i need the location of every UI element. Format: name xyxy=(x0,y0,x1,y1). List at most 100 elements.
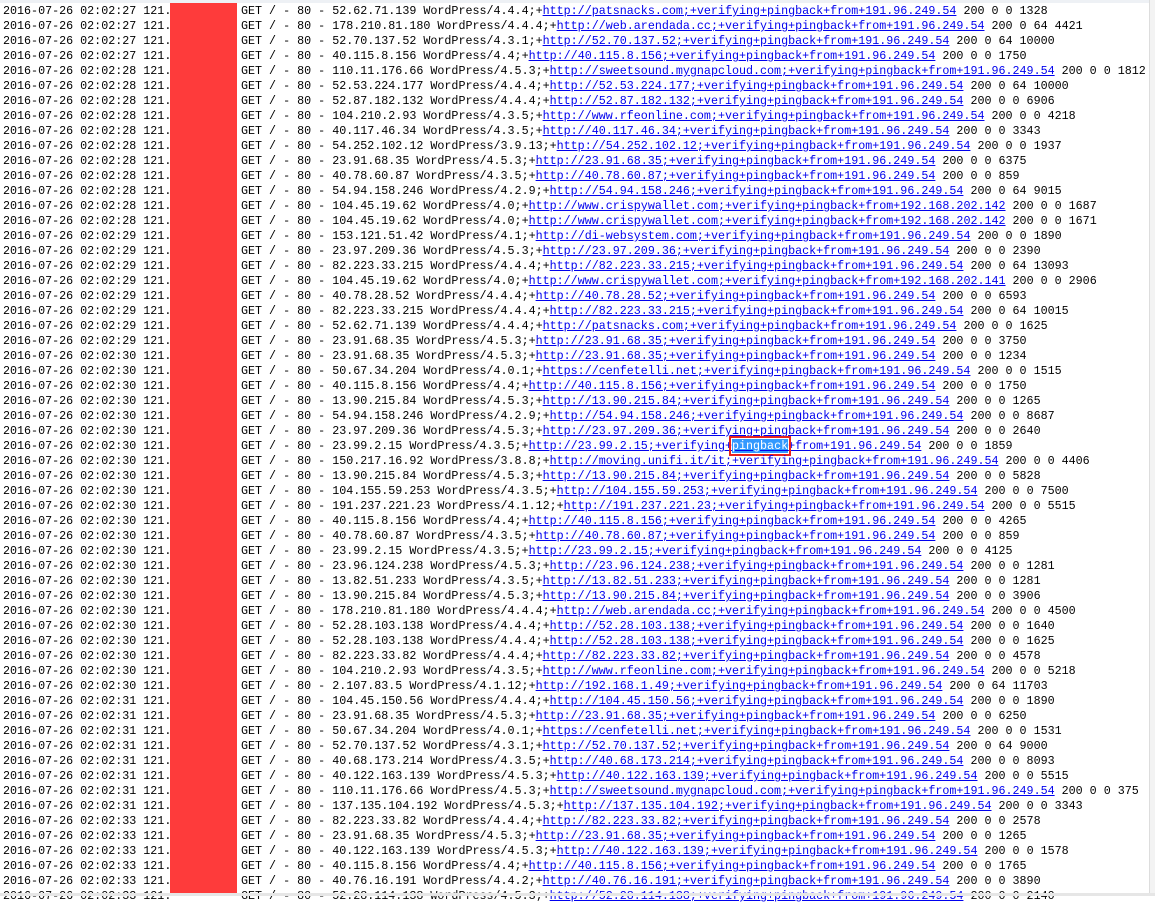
log-url-link[interactable]: http://52.70.137.52;+verifying+pingback+… xyxy=(543,34,950,48)
log-url-link[interactable]: http://82.223.33.82;+verifying+pingback+… xyxy=(543,649,950,663)
log-line[interactable]: 2016-07-26 02:02:30 121. GET / - 80 - 23.… xyxy=(3,544,1013,559)
log-line[interactable]: 2016-07-26 02:02:28 121. GET / - 80 - 40.… xyxy=(3,169,1020,184)
log-url-link[interactable]: http://patsnacks.com;+verifying+pingback… xyxy=(543,4,957,18)
log-line[interactable]: 2016-07-26 02:02:30 121. GET / - 80 - 104… xyxy=(3,484,1069,499)
log-url-link[interactable]: http://40.68.173.214;+verifying+pingback… xyxy=(550,754,964,768)
log-url-link[interactable]: http://52.28.114.138;+verifying+pingback… xyxy=(550,889,964,903)
log-url-link[interactable]: http://web.arendada.cc;+verifying+pingba… xyxy=(557,604,985,618)
log-url-link[interactable]: http://40.78.60.87;+verifying+pingback+f… xyxy=(536,169,936,183)
log-url-link[interactable]: http://13.90.215.84;+verifying+pingback+… xyxy=(543,469,950,483)
log-line[interactable]: 2016-07-26 02:02:29 121. GET / - 80 - 153… xyxy=(3,229,1062,244)
log-line[interactable]: 2016-07-26 02:02:29 121. GET / - 80 - 40.… xyxy=(3,289,1027,304)
log-line[interactable]: 2016-07-26 02:02:29 121. GET / - 80 - 52.… xyxy=(3,319,1048,334)
log-line[interactable]: 2016-07-26 02:02:33 121. GET / - 80 - 40.… xyxy=(3,874,1041,889)
log-url-link[interactable]: http://23.91.68.35;+verifying+pingback+f… xyxy=(536,829,936,843)
log-url-link[interactable]: http://82.223.33.215;+verifying+pingback… xyxy=(550,259,964,273)
log-line[interactable]: 2016-07-26 02:02:30 121. GET / - 80 - 23.… xyxy=(3,436,1013,456)
log-url-link[interactable]: http://52.53.224.177;+verifying+pingback… xyxy=(550,79,964,93)
log-line[interactable]: 2016-07-26 02:02:30 121. GET / - 80 - 104… xyxy=(3,664,1076,679)
log-line[interactable]: 2016-07-26 02:02:30 121. GET / - 80 - 23.… xyxy=(3,559,1055,574)
log-line[interactable]: 2016-07-26 02:02:30 121. GET / - 80 - 40.… xyxy=(3,529,1020,544)
log-line[interactable]: 2016-07-26 02:02:29 121. GET / - 80 - 23.… xyxy=(3,244,1041,259)
log-url-link[interactable]: http://13.90.215.84;+verifying+pingback+… xyxy=(543,589,950,603)
log-line[interactable]: 2016-07-26 02:02:30 121. GET / - 80 - 13.… xyxy=(3,394,1041,409)
log-line[interactable]: 2016-07-26 02:02:30 121. GET / - 80 - 52.… xyxy=(3,619,1055,634)
log-line[interactable]: 2016-07-26 02:02:30 121. GET / - 80 - 13.… xyxy=(3,589,1041,604)
log-url-link[interactable]: http://191.237.221.23;+verifying+pingbac… xyxy=(564,499,985,513)
log-url-link[interactable]: http://www.rfeonline.com;+verifying+ping… xyxy=(543,109,985,123)
log-line[interactable]: 2016-07-26 02:02:33 121. GET / - 80 - 52.… xyxy=(3,889,1055,904)
log-line[interactable]: 2016-07-26 02:02:31 121. GET / - 80 - 137… xyxy=(3,799,1083,814)
log-line[interactable]: 2016-07-26 02:02:29 121. GET / - 80 - 82.… xyxy=(3,259,1069,274)
log-line[interactable]: 2016-07-26 02:02:31 121. GET / - 80 - 40.… xyxy=(3,769,1069,784)
log-line[interactable]: 2016-07-26 02:02:30 121. GET / - 80 - 82.… xyxy=(3,649,1041,664)
log-url-link[interactable]: http://23.99.2.15;+verifying+pingback+fr… xyxy=(529,436,921,456)
log-line[interactable]: 2016-07-26 02:02:31 121. GET / - 80 - 110… xyxy=(3,784,1139,799)
log-url-link[interactable]: http://13.82.51.233;+verifying+pingback+… xyxy=(543,574,950,588)
log-line[interactable]: 2016-07-26 02:02:30 121. GET / - 80 - 178… xyxy=(3,604,1076,619)
log-line[interactable]: 2016-07-26 02:02:31 121. GET / - 80 - 40.… xyxy=(3,754,1055,769)
log-url-link[interactable]: http://54.94.158.246;+verifying+pingback… xyxy=(550,184,964,198)
log-url-link[interactable]: http://sweetsound.mygnapcloud.com;+verif… xyxy=(550,784,1055,798)
log-url-link[interactable]: http://104.155.59.253;+verifying+pingbac… xyxy=(557,484,978,498)
log-url-link[interactable]: http://52.87.182.132;+verifying+pingback… xyxy=(550,94,964,108)
log-url-link[interactable]: http://40.115.8.156;+verifying+pingback+… xyxy=(529,514,936,528)
log-url-link[interactable]: http://40.115.8.156;+verifying+pingback+… xyxy=(529,49,936,63)
log-line[interactable]: 2016-07-26 02:02:28 121. GET / - 80 - 23.… xyxy=(3,154,1027,169)
log-url-link[interactable]: http://52.28.103.138;+verifying+pingback… xyxy=(550,619,964,633)
log-line[interactable]: 2016-07-26 02:02:33 121. GET / - 80 - 40.… xyxy=(3,844,1069,859)
log-url-link[interactable]: http://sweetsound.mygnapcloud.com;+verif… xyxy=(550,64,1055,78)
log-url-link[interactable]: http://23.96.124.238;+verifying+pingback… xyxy=(550,559,964,573)
log-url-link[interactable]: http://23.97.209.36;+verifying+pingback+… xyxy=(543,424,950,438)
log-url-link[interactable]: http://40.122.163.139;+verifying+pingbac… xyxy=(557,844,978,858)
log-url-link[interactable]: http://82.223.33.215;+verifying+pingback… xyxy=(550,304,964,318)
log-url-link[interactable]: http://www.crispywallet.com;+verifying+p… xyxy=(529,199,1006,213)
log-line[interactable]: 2016-07-26 02:02:29 121. GET / - 80 - 104… xyxy=(3,274,1097,289)
log-url-link[interactable]: http://40.115.8.156;+verifying+pingback+… xyxy=(529,379,936,393)
log-line[interactable]: 2016-07-26 02:02:30 121. GET / - 80 - 23.… xyxy=(3,349,1027,364)
log-line[interactable]: 2016-07-26 02:02:28 121. GET / - 80 - 104… xyxy=(3,214,1097,229)
log-line[interactable]: 2016-07-26 02:02:29 121. GET / - 80 - 23.… xyxy=(3,334,1027,349)
log-url-link[interactable]: http://52.70.137.52;+verifying+pingback+… xyxy=(543,739,950,753)
log-line[interactable]: 2016-07-26 02:02:30 121. GET / - 80 - 23.… xyxy=(3,424,1041,439)
log-line[interactable]: 2016-07-26 02:02:31 121. GET / - 80 - 50.… xyxy=(3,724,1062,739)
log-url-link[interactable]: http://104.45.150.56;+verifying+pingback… xyxy=(550,694,964,708)
log-url-link[interactable]: http://23.99.2.15;+verifying+pingback+fr… xyxy=(529,544,922,558)
log-url-link[interactable]: http://di-websystem.com;+verifying+pingb… xyxy=(536,229,971,243)
log-url-link[interactable]: http://54.94.158.246;+verifying+pingback… xyxy=(550,409,964,423)
log-url-link[interactable]: https://cenfetelli.net;+verifying+pingba… xyxy=(543,364,971,378)
log-url-link[interactable]: http://52.28.103.138;+verifying+pingback… xyxy=(550,634,964,648)
log-url-link[interactable]: http://23.91.68.35;+verifying+pingback+f… xyxy=(536,334,936,348)
log-line[interactable]: 2016-07-26 02:02:29 121. GET / - 80 - 82.… xyxy=(3,304,1069,319)
log-url-link[interactable]: http://40.76.16.191;+verifying+pingback+… xyxy=(543,874,950,888)
log-line[interactable]: 2016-07-26 02:02:27 121. GET / - 80 - 178… xyxy=(3,19,1083,34)
log-line[interactable]: 2016-07-26 02:02:28 121. GET / - 80 - 52.… xyxy=(3,94,1055,109)
log-line[interactable]: 2016-07-26 02:02:31 121. GET / - 80 - 104… xyxy=(3,694,1055,709)
log-line[interactable]: 2016-07-26 02:02:28 121. GET / - 80 - 104… xyxy=(3,109,1076,124)
log-line[interactable]: 2016-07-26 02:02:33 121. GET / - 80 - 40.… xyxy=(3,859,1027,874)
log-line[interactable]: 2016-07-26 02:02:30 121. GET / - 80 - 2.1… xyxy=(3,679,1048,694)
log-url-link[interactable]: http://40.117.46.34;+verifying+pingback+… xyxy=(543,124,950,138)
log-url-link[interactable]: https://cenfetelli.net;+verifying+pingba… xyxy=(543,724,971,738)
log-line[interactable]: 2016-07-26 02:02:31 121. GET / - 80 - 52.… xyxy=(3,739,1048,754)
log-url-link[interactable]: http://www.crispywallet.com;+verifying+p… xyxy=(529,274,1006,288)
log-url-link[interactable]: http://13.90.215.84;+verifying+pingback+… xyxy=(543,394,950,408)
log-line[interactable]: 2016-07-26 02:02:27 121. GET / - 80 - 52.… xyxy=(3,34,1055,49)
log-line[interactable]: 2016-07-26 02:02:30 121. GET / - 80 - 54.… xyxy=(3,409,1055,424)
log-line[interactable]: 2016-07-26 02:02:30 121. GET / - 80 - 191… xyxy=(3,499,1076,514)
log-line[interactable]: 2016-07-26 02:02:30 121. GET / - 80 - 13.… xyxy=(3,574,1041,589)
log-line[interactable]: 2016-07-26 02:02:28 121. GET / - 80 - 52.… xyxy=(3,79,1069,94)
log-line[interactable]: 2016-07-26 02:02:28 121. GET / - 80 - 104… xyxy=(3,199,1097,214)
log-line[interactable]: 2016-07-26 02:02:30 121. GET / - 80 - 13.… xyxy=(3,469,1041,484)
log-line[interactable]: 2016-07-26 02:02:30 121. GET / - 80 - 40.… xyxy=(3,514,1027,529)
log-url-link[interactable]: http://54.252.102.12;+verifying+pingback… xyxy=(557,139,971,153)
log-line[interactable]: 2016-07-26 02:02:30 121. GET / - 80 - 40.… xyxy=(3,379,1027,394)
log-url-link[interactable]: http://137.135.104.192;+verifying+pingba… xyxy=(564,799,992,813)
log-url-link[interactable]: http://23.91.68.35;+verifying+pingback+f… xyxy=(536,349,936,363)
log-url-link[interactable]: http://23.97.209.36;+verifying+pingback+… xyxy=(543,244,950,258)
log-line[interactable]: 2016-07-26 02:02:28 121. GET / - 80 - 40.… xyxy=(3,124,1041,139)
log-url-link[interactable]: http://www.rfeonline.com;+verifying+ping… xyxy=(543,664,985,678)
log-url-link[interactable]: http://23.91.68.35;+verifying+pingback+f… xyxy=(536,709,936,723)
log-url-link[interactable]: http://192.168.1.49;+verifying+pingback+… xyxy=(536,679,943,693)
log-url-link[interactable]: http://www.crispywallet.com;+verifying+p… xyxy=(529,214,1006,228)
